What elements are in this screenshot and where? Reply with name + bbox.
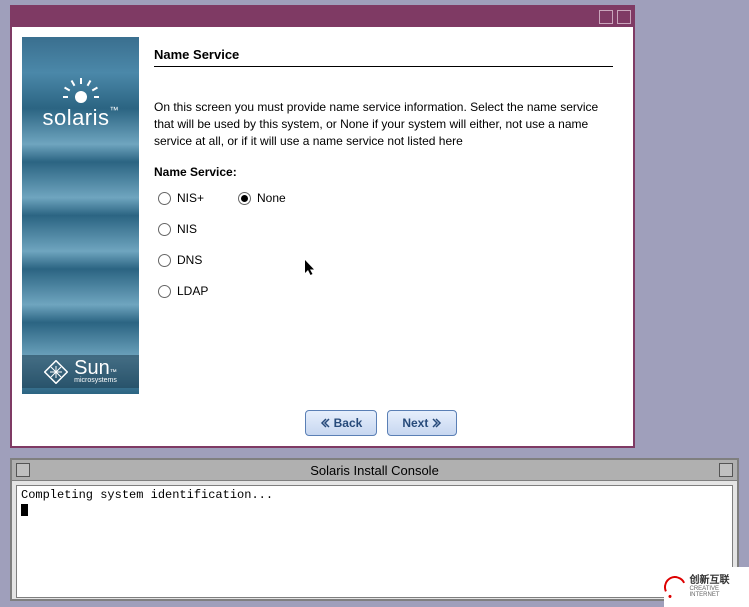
next-button-label: Next bbox=[402, 416, 428, 430]
corner-logo-icon bbox=[661, 573, 689, 601]
radio-label-ldap: LDAP bbox=[177, 284, 208, 298]
radio-label-nis-plus: NIS+ bbox=[177, 191, 204, 205]
chevron-left-icon bbox=[320, 418, 330, 428]
back-button[interactable]: Back bbox=[305, 410, 378, 436]
corner-brand-sub: CREATIVE INTERNET bbox=[690, 586, 749, 598]
corner-watermark: 创新互联 CREATIVE INTERNET bbox=[664, 567, 749, 607]
sun-logo-icon bbox=[44, 360, 68, 384]
radio-nis[interactable] bbox=[158, 223, 171, 236]
console-line-1: Completing system identification... bbox=[21, 488, 273, 502]
next-button[interactable]: Next bbox=[387, 410, 457, 436]
sun-wordmark: Sun bbox=[74, 357, 110, 379]
radio-label-dns: DNS bbox=[177, 253, 202, 267]
radio-ldap[interactable] bbox=[158, 285, 171, 298]
sun-subscript: microsystems bbox=[74, 377, 117, 384]
radio-label-none: None bbox=[257, 191, 286, 205]
console-output: Completing system identification... bbox=[16, 485, 733, 598]
side-banner: solaris™ Sun™ microsystems bbox=[22, 37, 139, 394]
maximize-button[interactable] bbox=[617, 10, 631, 24]
installer-titlebar[interactable] bbox=[12, 7, 633, 27]
installer-window: solaris™ Sun™ microsystems bbox=[10, 5, 635, 448]
sun-icon bbox=[63, 75, 99, 103]
installer-body: solaris™ Sun™ microsystems bbox=[12, 27, 633, 446]
minimize-button[interactable] bbox=[599, 10, 613, 24]
solaris-brand: solaris™ bbox=[22, 75, 139, 131]
sun-brand: Sun™ microsystems bbox=[22, 355, 139, 388]
chevron-right-icon bbox=[432, 418, 442, 428]
terminal-cursor bbox=[21, 504, 28, 516]
radio-nis-plus[interactable] bbox=[158, 192, 171, 205]
radio-label-nis: NIS bbox=[177, 222, 197, 236]
radio-none[interactable] bbox=[238, 192, 251, 205]
main-panel: Name Service On this screen you must pro… bbox=[154, 37, 623, 400]
console-window: Solaris Install Console Completing syste… bbox=[10, 458, 739, 601]
screen-description: On this screen you must provide name ser… bbox=[154, 99, 613, 149]
console-titlebar[interactable]: Solaris Install Console bbox=[12, 460, 737, 481]
field-label-name-service: Name Service: bbox=[154, 165, 613, 179]
screen-title: Name Service bbox=[154, 47, 613, 67]
corner-brand-main: 创新互联 bbox=[690, 576, 749, 586]
console-title: Solaris Install Console bbox=[30, 463, 719, 478]
radio-dns[interactable] bbox=[158, 254, 171, 267]
console-maximize-button[interactable] bbox=[719, 463, 733, 477]
solaris-wordmark: solaris bbox=[42, 105, 109, 130]
wizard-button-row: Back Next bbox=[129, 400, 633, 446]
name-service-radio-group: NIS+ None NIS DNS bbox=[154, 191, 613, 298]
console-menu-button[interactable] bbox=[16, 463, 30, 477]
back-button-label: Back bbox=[334, 416, 363, 430]
